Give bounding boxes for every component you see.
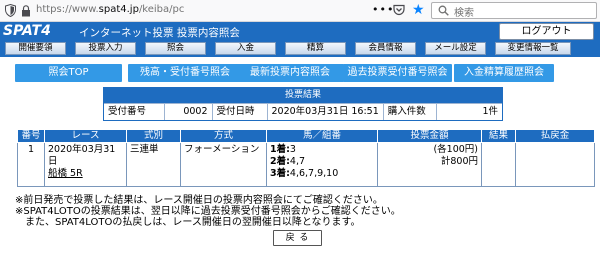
col-method: 方式 (180, 129, 267, 143)
note-line: ※前日発売で投票した結果は、レース開催日の投票内容照会にてご確認ください。 (15, 195, 383, 206)
summary-table: 受付番号 0002 受付日時 2020年03月31日 16:51 購入件数 1件 (104, 103, 502, 120)
nav-item-mail-settings[interactable]: メール設定 (425, 42, 486, 55)
col-result: 結果 (481, 129, 516, 143)
logo-four: 4 (41, 23, 51, 39)
deposit-history-button[interactable]: 入金精算履歴照会 (454, 64, 554, 82)
col-number: 番号 (17, 129, 45, 143)
spat4-logo[interactable]: SPAT4 (3, 23, 71, 40)
datetime-value: 2020年03月31日 16:51 (266, 103, 384, 120)
row-amount: (各100円) 計800円 (377, 142, 482, 187)
bet-result-summary: 投票結果 受付番号 0002 受付日時 2020年03月31日 16:51 購入… (103, 87, 503, 121)
nav-item-change-list[interactable]: 変更情報一覧 (495, 42, 571, 55)
note-line: また、SPAT4LOTOの払戻しは、レース開催日の翌開催日以降となります。 (15, 217, 361, 228)
row-race: 2020年03月31日 船橋 5R (44, 142, 127, 187)
logout-button[interactable]: ログアウト (499, 23, 594, 40)
col-horses: 馬／組番 (266, 129, 378, 143)
receipt-value: 0002 (163, 103, 212, 120)
summary-title: 投票結果 (104, 88, 502, 103)
search-input[interactable]: 検索 (431, 2, 597, 19)
race-venue-link[interactable]: 船橋 5R (48, 168, 83, 179)
nav-item-bet-input[interactable]: 投票入力 (75, 42, 136, 55)
latest-bet-inquiry-button[interactable]: 最新投票内容照会 (236, 64, 344, 82)
col-payout: 払戻金 (515, 129, 595, 143)
race-date: 2020年03月31日 (48, 144, 116, 167)
row-horses: 1着:3 2着:4,7 3着:4,6,7,9,10 (266, 142, 378, 187)
page-title: インターネット投票 投票内容照会 (79, 27, 240, 39)
datetime-label: 受付日時 (211, 103, 267, 120)
row-bet-type: 三連単 (126, 142, 181, 187)
inquiry-button-row: 照会TOP 残高・受付番号照会 最新投票内容照会 過去投票受付番号照会 入金精算… (15, 64, 595, 82)
amount-total: 計800円 (440, 156, 478, 167)
note-line: ※SPAT4LOTOの投票結果は、翌日以降に過去投票受付番号照会からご確認くださ… (15, 206, 401, 217)
row-payout (515, 142, 595, 187)
row-result (481, 142, 516, 187)
count-value: 1件 (435, 103, 502, 120)
inquiry-top-button[interactable]: 照会TOP (15, 64, 122, 82)
main-nav: 開催要領 投票入力 照会 入金 精算 会員情報 メール設定 変更情報一覧 (0, 41, 600, 57)
bookmark-star-icon[interactable]: ★ (412, 2, 425, 18)
receipt-label: 受付番号 (104, 103, 164, 120)
col-amount: 投票金額 (377, 129, 482, 143)
notes: ※前日発売で投票した結果は、レース開催日の投票内容照会にてご確認ください。 ※S… (15, 195, 600, 228)
bet-detail-table: 番号 レース 式別 方式 馬／組番 投票金額 結果 払戻金 1 2020年03月… (17, 129, 595, 187)
horse1-label: 1着: (270, 144, 290, 155)
pocket-icon[interactable] (393, 4, 405, 16)
table-header-row: 番号 レース 式別 方式 馬／組番 投票金額 結果 払戻金 (17, 129, 595, 143)
horse3-value: 4,6,7,9,10 (289, 168, 339, 179)
back-button[interactable]: 戻 る (273, 230, 322, 246)
url-text[interactable]: https://www.spat4.jp/keiba/pc (36, 4, 184, 15)
shield-icon[interactable] (5, 4, 16, 17)
lock-icon[interactable] (21, 5, 31, 17)
site-header: SPAT4 インターネット投票 投票内容照会 ログアウト (0, 22, 600, 41)
url-path: /keiba/pc (138, 4, 185, 15)
past-receipt-inquiry-button[interactable]: 過去投票受付番号照会 (343, 64, 452, 82)
browser-url-bar: https://www.spat4.jp/keiba/pc ••• ★ 検索 (0, 0, 600, 22)
horse2-label: 2着: (270, 156, 290, 167)
logo-text: SPAT (3, 23, 42, 39)
page-actions-menu-icon[interactable]: ••• (372, 3, 394, 16)
horse3-label: 3着: (270, 168, 290, 179)
col-bet-type: 式別 (126, 129, 181, 143)
nav-item-schedule[interactable]: 開催要領 (5, 42, 66, 55)
count-label: 購入件数 (382, 103, 437, 120)
horse1-value: 3 (289, 144, 296, 155)
row-method: フォーメーション (180, 142, 267, 187)
nav-item-member-info[interactable]: 会員情報 (355, 42, 416, 55)
table-row: 1 2020年03月31日 船橋 5R 三連単 フォーメーション 1着:3 2着… (17, 142, 595, 187)
col-race: レース (44, 129, 127, 143)
search-icon (438, 5, 449, 16)
row-number: 1 (17, 142, 45, 187)
nav-item-inquiry[interactable]: 照会 (145, 42, 206, 55)
url-prefix: https://www. (36, 4, 99, 15)
nav-item-settlement[interactable]: 精算 (285, 42, 346, 55)
url-domain: spat4.jp (98, 4, 139, 15)
search-placeholder: 検索 (454, 8, 474, 19)
nav-item-deposit[interactable]: 入金 (215, 42, 276, 55)
amount-each: (各100円) (433, 144, 478, 155)
balance-receipt-inquiry-button[interactable]: 残高・受付番号照会 (128, 64, 242, 82)
horse2-value: 4,7 (289, 156, 306, 167)
